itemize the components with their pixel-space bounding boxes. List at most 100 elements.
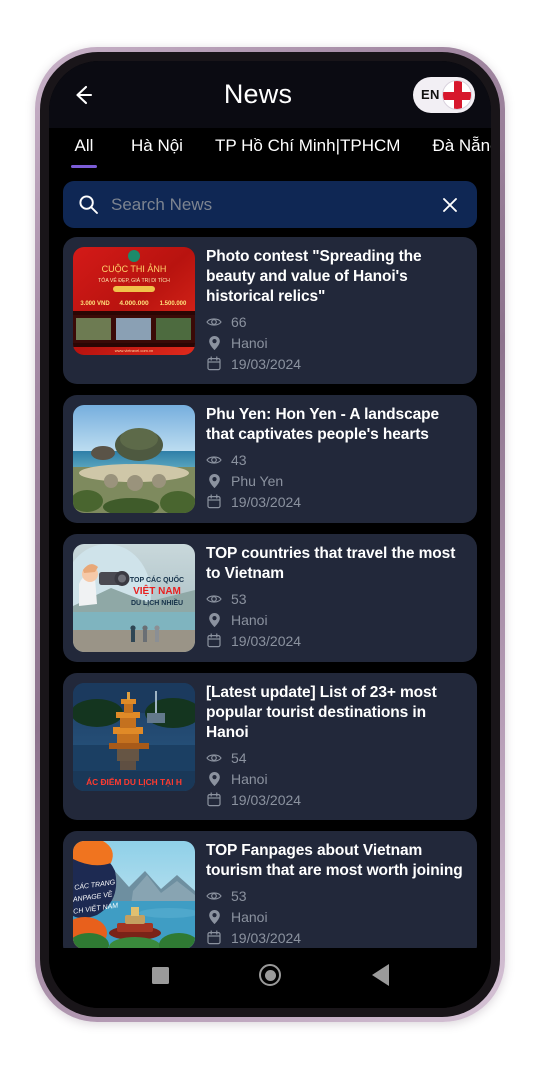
news-card-body: TOP Fanpages about Vietnam tourism that … xyxy=(206,841,467,948)
calendar-icon xyxy=(206,356,222,371)
app-bar: News EN xyxy=(49,61,491,128)
news-views: 43 xyxy=(206,449,467,470)
england-flag-icon xyxy=(441,79,472,110)
home-button[interactable] xyxy=(249,954,291,996)
news-views: 66 xyxy=(206,311,467,332)
eye-icon xyxy=(206,316,222,328)
news-title: [Latest update] List of 23+ most popular… xyxy=(206,684,437,741)
svg-text:1.500.000: 1.500.000 xyxy=(160,301,187,307)
triangle-back-icon xyxy=(371,964,389,986)
news-date: 19/03/2024 xyxy=(206,491,467,512)
phone-frame: News EN All Hà Nội TP Hồ Chí Minh|TPHCM … xyxy=(35,47,505,1022)
views-count: 54 xyxy=(231,749,247,766)
tab-label: Đà Nẵng xyxy=(432,136,491,155)
location-name: Hanoi xyxy=(231,908,268,925)
location-name: Phu Yen xyxy=(231,472,284,489)
news-card-body: Photo contest "Spreading the beauty and … xyxy=(206,247,467,374)
svg-text:VIỆT NAM: VIỆT NAM xyxy=(133,584,181,597)
date-text: 19/03/2024 xyxy=(231,632,302,649)
news-date: 19/03/2024 xyxy=(206,353,467,374)
location-name: Hanoi xyxy=(231,770,268,787)
category-tabs[interactable]: All Hà Nội TP Hồ Chí Minh|TPHCM Đà Nẵng xyxy=(49,128,491,176)
eye-icon xyxy=(206,593,222,605)
calendar-icon xyxy=(206,494,222,509)
calendar-icon xyxy=(206,792,222,807)
search-input[interactable] xyxy=(111,194,425,215)
tab-active-indicator xyxy=(453,165,479,168)
location-pin-icon xyxy=(206,771,222,787)
news-title: TOP countries that travel the most to Vi… xyxy=(206,545,456,582)
svg-text:3.000 VND: 3.000 VND xyxy=(80,301,110,307)
phone-screen: News EN All Hà Nội TP Hồ Chí Minh|TPHCM … xyxy=(49,61,491,1008)
tab-all[interactable]: All xyxy=(49,134,115,174)
back-arrow-icon xyxy=(76,85,93,104)
tab-label: All xyxy=(74,136,94,155)
screenshot-stage: News EN All Hà Nội TP Hồ Chí Minh|TPHCM … xyxy=(0,0,540,1080)
news-location: Hanoi xyxy=(206,609,467,630)
recents-button[interactable] xyxy=(139,954,181,996)
location-name: Hanoi xyxy=(231,334,268,351)
tab-label: TP Hồ Chí Minh|TPHCM xyxy=(214,136,401,155)
tab-label: Hà Nội xyxy=(131,136,183,155)
tab-active-indicator xyxy=(295,165,321,168)
halong-bay-fanpage-thumbnail: CÁC TRANG ANPAGE VỀ LỊCH VIỆT NAM xyxy=(73,841,195,948)
views-count: 43 xyxy=(231,451,247,468)
calendar-icon xyxy=(206,930,222,945)
tab-active-indicator xyxy=(71,165,97,168)
close-icon xyxy=(443,197,457,212)
tab-ha-noi[interactable]: Hà Nội xyxy=(115,134,199,174)
system-navigation-bar xyxy=(49,948,491,1008)
phone-bezel: News EN All Hà Nội TP Hồ Chí Minh|TPHCM … xyxy=(40,52,500,1017)
clear-search-button[interactable] xyxy=(437,192,463,218)
svg-text:CUỘC THI ẢNH: CUỘC THI ẢNH xyxy=(102,263,167,274)
date-text: 19/03/2024 xyxy=(231,929,302,946)
news-card-body: [Latest update] List of 23+ most popular… xyxy=(206,683,467,810)
news-card[interactable]: CUỘC THI ẢNH TỎA VẺ ĐẸP, GIÁ TRỊ DI TÍCH… xyxy=(63,237,477,384)
views-count: 53 xyxy=(231,887,247,904)
svg-text:www.vietravel.com.vn: www.vietravel.com.vn xyxy=(115,348,153,353)
news-title: TOP Fanpages about Vietnam tourism that … xyxy=(206,842,463,879)
tab-tp-ho-chi-minh[interactable]: TP Hồ Chí Minh|TPHCM xyxy=(199,134,416,174)
news-card-body: Phu Yen: Hon Yen - A landscape that capt… xyxy=(206,405,467,513)
news-date: 19/03/2024 xyxy=(206,789,467,810)
search-bar[interactable] xyxy=(63,181,477,228)
system-back-button[interactable] xyxy=(359,954,401,996)
news-location: Hanoi xyxy=(206,906,467,927)
news-card[interactable]: TOP CÁC QUỐC VIỆT NAM DU LỊCH NHIỀU TOP … xyxy=(63,534,477,662)
eye-icon xyxy=(206,454,222,466)
news-content: CUỘC THI ẢNH TỎA VẺ ĐẸP, GIÁ TRỊ DI TÍCH… xyxy=(49,176,491,948)
square-recents-icon xyxy=(151,966,169,984)
date-text: 19/03/2024 xyxy=(231,493,302,510)
svg-text:ÁC ĐIỂM DU LỊCH TẠI H: ÁC ĐIỂM DU LỊCH TẠI H xyxy=(86,776,182,787)
news-views: 54 xyxy=(206,747,467,768)
back-button[interactable] xyxy=(63,75,103,115)
views-count: 53 xyxy=(231,590,247,607)
location-pin-icon xyxy=(206,335,222,351)
tab-active-indicator xyxy=(144,165,170,168)
search-icon xyxy=(79,195,98,214)
news-location: Phu Yen xyxy=(206,470,467,491)
photographer-illustration-thumbnail: TOP CÁC QUỐC VIỆT NAM DU LỊCH NHIỀU xyxy=(73,544,195,652)
tab-da-nang[interactable]: Đà Nẵng xyxy=(416,134,491,174)
news-title: Phu Yen: Hon Yen - A landscape that capt… xyxy=(206,406,440,443)
location-pin-icon xyxy=(206,612,222,628)
date-text: 19/03/2024 xyxy=(231,791,302,808)
hon-yen-island-seascape-thumbnail xyxy=(73,405,195,513)
news-location: Hanoi xyxy=(206,768,467,789)
news-card[interactable]: Phu Yen: Hon Yen - A landscape that capt… xyxy=(63,395,477,523)
calendar-icon xyxy=(206,633,222,648)
circle-home-icon xyxy=(259,964,281,986)
news-card[interactable]: ÁC ĐIỂM DU LỊCH TẠI H [Latest update] Li… xyxy=(63,673,477,820)
turtle-tower-night-thumbnail: ÁC ĐIỂM DU LỊCH TẠI H xyxy=(73,683,195,791)
eye-icon xyxy=(206,890,222,902)
news-card-body: TOP countries that travel the most to Vi… xyxy=(206,544,467,652)
views-count: 66 xyxy=(231,313,247,330)
news-views: 53 xyxy=(206,885,467,906)
language-switcher[interactable]: EN xyxy=(413,76,475,113)
eye-icon xyxy=(206,752,222,764)
news-date: 19/03/2024 xyxy=(206,630,467,651)
news-title: Photo contest "Spreading the beauty and … xyxy=(206,248,422,305)
news-card[interactable]: CÁC TRANG ANPAGE VỀ LỊCH VIỆT NAM TOP Fa… xyxy=(63,831,477,948)
date-text: 19/03/2024 xyxy=(231,355,302,372)
language-code: EN xyxy=(421,87,440,102)
